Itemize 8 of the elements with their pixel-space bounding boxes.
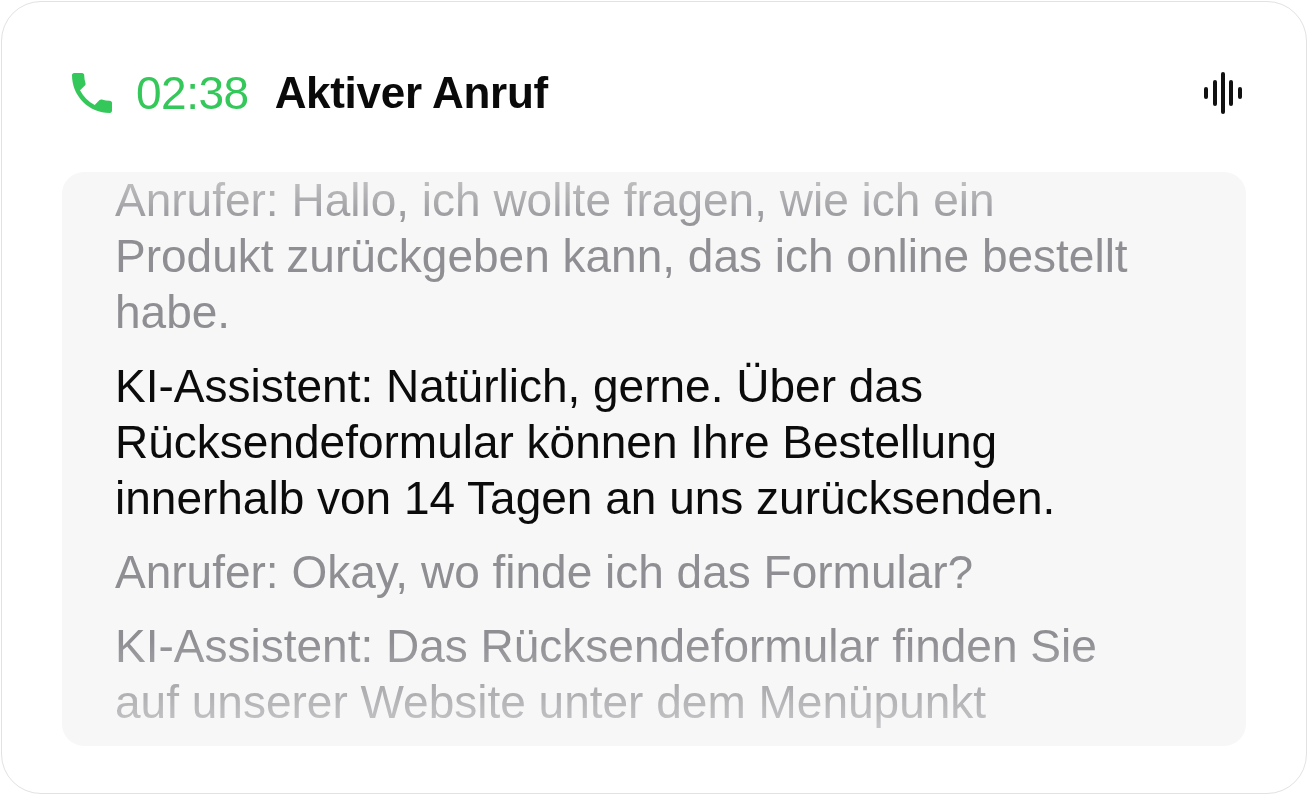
call-timer: 02:38: [136, 66, 249, 120]
phone-icon: [72, 73, 112, 113]
sound-wave-icon: [1204, 72, 1242, 114]
transcript-message: KI-Assistent: Das Rücksendeformular finden Sie auf unserer Website unter dem Menüpunkt: [115, 619, 1098, 730]
transcript-message: KI-Assistent: Natürlich, gerne. Über das Rücksendeformular können Ihre Bestellung innerhalb von 14 Tagen an uns zurücksenden.: [115, 359, 1057, 526]
transcript-message: Anrufer: Hallo, ich wollte fragen, wie ich ein Produkt zurückgeben kann, das ich online bestellt habe.: [115, 173, 1129, 340]
call-title: Aktiver Anruf: [274, 68, 548, 118]
transcript-message: Anrufer: Okay, wo finde ich das Formular?: [115, 545, 975, 600]
